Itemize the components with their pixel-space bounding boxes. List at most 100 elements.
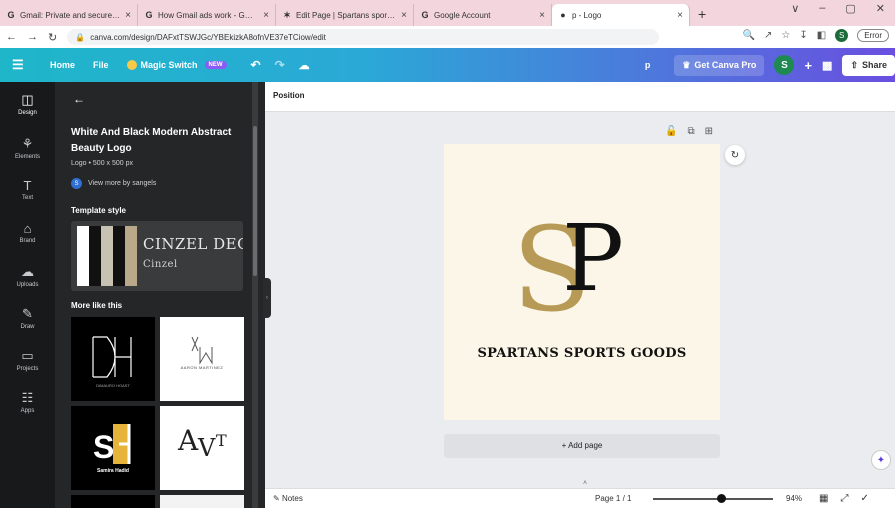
back-arrow-icon[interactable]: ← bbox=[73, 92, 85, 106]
thumb-av-logo[interactable]: A V T bbox=[160, 406, 244, 490]
zoom-slider-track[interactable] bbox=[653, 498, 773, 500]
close-window-icon[interactable]: ✕ bbox=[876, 2, 885, 15]
browser-profile-avatar[interactable]: S bbox=[835, 29, 849, 42]
tab-close-icon[interactable]: × bbox=[401, 10, 407, 21]
notes-button[interactable]: ✎ Notes bbox=[273, 494, 303, 503]
zoom-slider-knob[interactable] bbox=[716, 494, 726, 503]
minimize-icon[interactable]: – bbox=[819, 2, 825, 15]
lock-icon[interactable]: 🔓 bbox=[665, 126, 677, 137]
download-icon[interactable]: ↧ bbox=[799, 30, 807, 41]
hamburger-menu-icon[interactable]: ☰ bbox=[12, 57, 32, 73]
tab-title: p - Logo bbox=[572, 10, 602, 20]
sh-logo-graphic: S bbox=[93, 424, 131, 465]
author-link-label: View more by sangels bbox=[88, 180, 157, 187]
undo-icon[interactable]: ↶ bbox=[251, 58, 261, 72]
tab-close-icon[interactable]: × bbox=[263, 10, 269, 21]
duplicate-page-icon[interactable]: ⧉ bbox=[687, 126, 694, 137]
tab-title: How Gmail ads work - Gmail He bbox=[158, 10, 260, 20]
rail-item-projects[interactable]: ▭ Projects bbox=[0, 348, 55, 372]
template-panel: ← White And Black Modern Abstract Beauty… bbox=[55, 82, 265, 508]
browser-tab[interactable]: G Google Account × bbox=[414, 4, 552, 26]
help-icon[interactable]: ✓ bbox=[860, 493, 868, 504]
collapse-panel-handle[interactable]: ‹ bbox=[263, 278, 271, 318]
zoom-icon[interactable]: 🔍 bbox=[743, 30, 755, 41]
rail-item-uploads[interactable]: ☁ Uploads bbox=[0, 264, 55, 288]
cloud-saved-icon[interactable]: ☁ bbox=[299, 59, 310, 72]
brand-name-text[interactable]: SPARTANS SPORTS GOODS bbox=[444, 346, 720, 361]
thumb-am-logo[interactable]: AARON MARTINEZ bbox=[160, 317, 244, 401]
editor-toolbar: Position bbox=[265, 82, 895, 112]
tab-close-icon[interactable]: × bbox=[539, 10, 545, 21]
template-style-heading: Template style bbox=[71, 206, 126, 215]
rail-item-label: Text bbox=[21, 195, 33, 201]
rail-item-apps[interactable]: ☷ Apps bbox=[0, 390, 55, 414]
page-indicator[interactable]: Page 1 / 1 bbox=[595, 494, 631, 503]
expand-pages-icon[interactable]: ˄ bbox=[583, 480, 587, 487]
share-button[interactable]: ⇧ Share bbox=[842, 54, 895, 76]
template-style-card[interactable]: CINZEL DEC Cinzel bbox=[71, 221, 243, 291]
add-collaborator-button[interactable]: + bbox=[804, 58, 812, 73]
thumb-more-2[interactable] bbox=[160, 495, 244, 508]
user-avatar[interactable]: S bbox=[774, 55, 795, 75]
thumb-dh-logo[interactable]: DIMAURO HOAST bbox=[71, 317, 155, 401]
style-font-primary: CINZEL DEC bbox=[143, 235, 243, 253]
editor-footer: ✎ Notes Page 1 / 1 94% ▦ ⤢ ✓ bbox=[265, 488, 895, 508]
redo-icon[interactable]: ↷ bbox=[275, 58, 285, 72]
svg-text:S: S bbox=[93, 429, 114, 465]
rail-item-label: Apps bbox=[20, 408, 35, 414]
rail-item-draw[interactable]: ✎ Draw bbox=[0, 306, 55, 330]
add-page-button[interactable]: + Add page bbox=[444, 434, 720, 458]
uploads-icon: ☁ bbox=[21, 264, 34, 279]
get-canva-pro-button[interactable]: ♛ Get Canva Pro bbox=[674, 54, 765, 76]
regenerate-icon[interactable]: ↻ bbox=[725, 145, 745, 165]
forward-arrow-icon[interactable]: → bbox=[27, 31, 38, 43]
svg-text:A: A bbox=[177, 424, 199, 457]
magic-switch-button[interactable]: Magic Switch NEW bbox=[126, 60, 227, 70]
rail-item-elements[interactable]: ⚘ Elements bbox=[0, 136, 55, 160]
author-avatar: S bbox=[71, 178, 82, 189]
home-button[interactable]: Home bbox=[50, 60, 75, 70]
browser-tab[interactable]: G Gmail: Private and secure email × bbox=[0, 4, 138, 26]
sidepanel-icon[interactable]: ◧ bbox=[817, 30, 826, 41]
new-tab-button[interactable]: + bbox=[690, 6, 714, 26]
rail-item-brand[interactable]: ⌂ Brand bbox=[0, 221, 55, 244]
tab-close-icon[interactable]: × bbox=[677, 10, 683, 21]
author-link[interactable]: S View more by sangels bbox=[71, 178, 156, 189]
brand-icon: ⌂ bbox=[23, 221, 32, 236]
rail-item-label: Projects bbox=[16, 366, 39, 372]
rail-item-text[interactable]: T Text bbox=[0, 178, 55, 201]
magic-sparkle-icon[interactable]: ✦ bbox=[871, 450, 891, 470]
back-arrow-icon[interactable]: ← bbox=[6, 31, 17, 43]
browser-tab[interactable]: ✶ Edit Page | Spartans sports gooc × bbox=[276, 4, 414, 26]
logo-letter-p: P bbox=[562, 205, 624, 312]
grid-view-icon[interactable]: ▦ bbox=[819, 493, 828, 504]
maximize-icon[interactable]: ▢ bbox=[845, 2, 855, 15]
share-page-icon[interactable]: ↗ bbox=[764, 30, 772, 41]
thumb-sh-logo[interactable]: S Samira Hadid bbox=[71, 406, 155, 490]
browser-tab[interactable]: ● p - Logo × bbox=[552, 4, 690, 26]
insights-icon[interactable]: ▩ bbox=[822, 59, 832, 72]
add-page-icon[interactable]: ⊞ bbox=[705, 126, 713, 137]
browser-tab[interactable]: G How Gmail ads work - Gmail He× bbox=[138, 4, 276, 26]
browser-tab-bar: G Gmail: Private and secure email × G How Gm… bbox=[0, 0, 895, 26]
panel-scrollbar-thumb[interactable] bbox=[253, 126, 257, 276]
thumb-sub: AARON MARTINEZ bbox=[180, 365, 224, 370]
url-input[interactable]: 🔒 canva.com/design/DAFxtTSWJGc/YBEkizkA8… bbox=[67, 29, 659, 45]
tab-close-icon[interactable]: × bbox=[125, 10, 131, 21]
design-canvas[interactable]: S P SPARTANS SPORTS GOODS bbox=[444, 144, 720, 420]
position-button[interactable]: Position bbox=[273, 91, 305, 100]
file-menu-button[interactable]: File bbox=[93, 60, 109, 70]
rail-item-design[interactable]: ◫ Design bbox=[0, 92, 55, 116]
bookmark-star-icon[interactable]: ☆ bbox=[781, 30, 790, 41]
reload-icon[interactable]: ↻ bbox=[48, 31, 57, 44]
tab-search-icon[interactable]: ∨ bbox=[791, 2, 799, 15]
text-icon: T bbox=[23, 178, 32, 193]
color-swatch bbox=[113, 226, 125, 286]
thumb-more-1[interactable] bbox=[71, 495, 155, 508]
error-button[interactable]: Error bbox=[857, 29, 889, 42]
tab-title: Google Account bbox=[434, 10, 491, 20]
elements-icon: ⚘ bbox=[21, 136, 34, 151]
design-name[interactable]: p bbox=[645, 60, 651, 70]
fullscreen-icon[interactable]: ⤢ bbox=[840, 493, 848, 504]
zoom-value[interactable]: 94% bbox=[786, 494, 802, 503]
